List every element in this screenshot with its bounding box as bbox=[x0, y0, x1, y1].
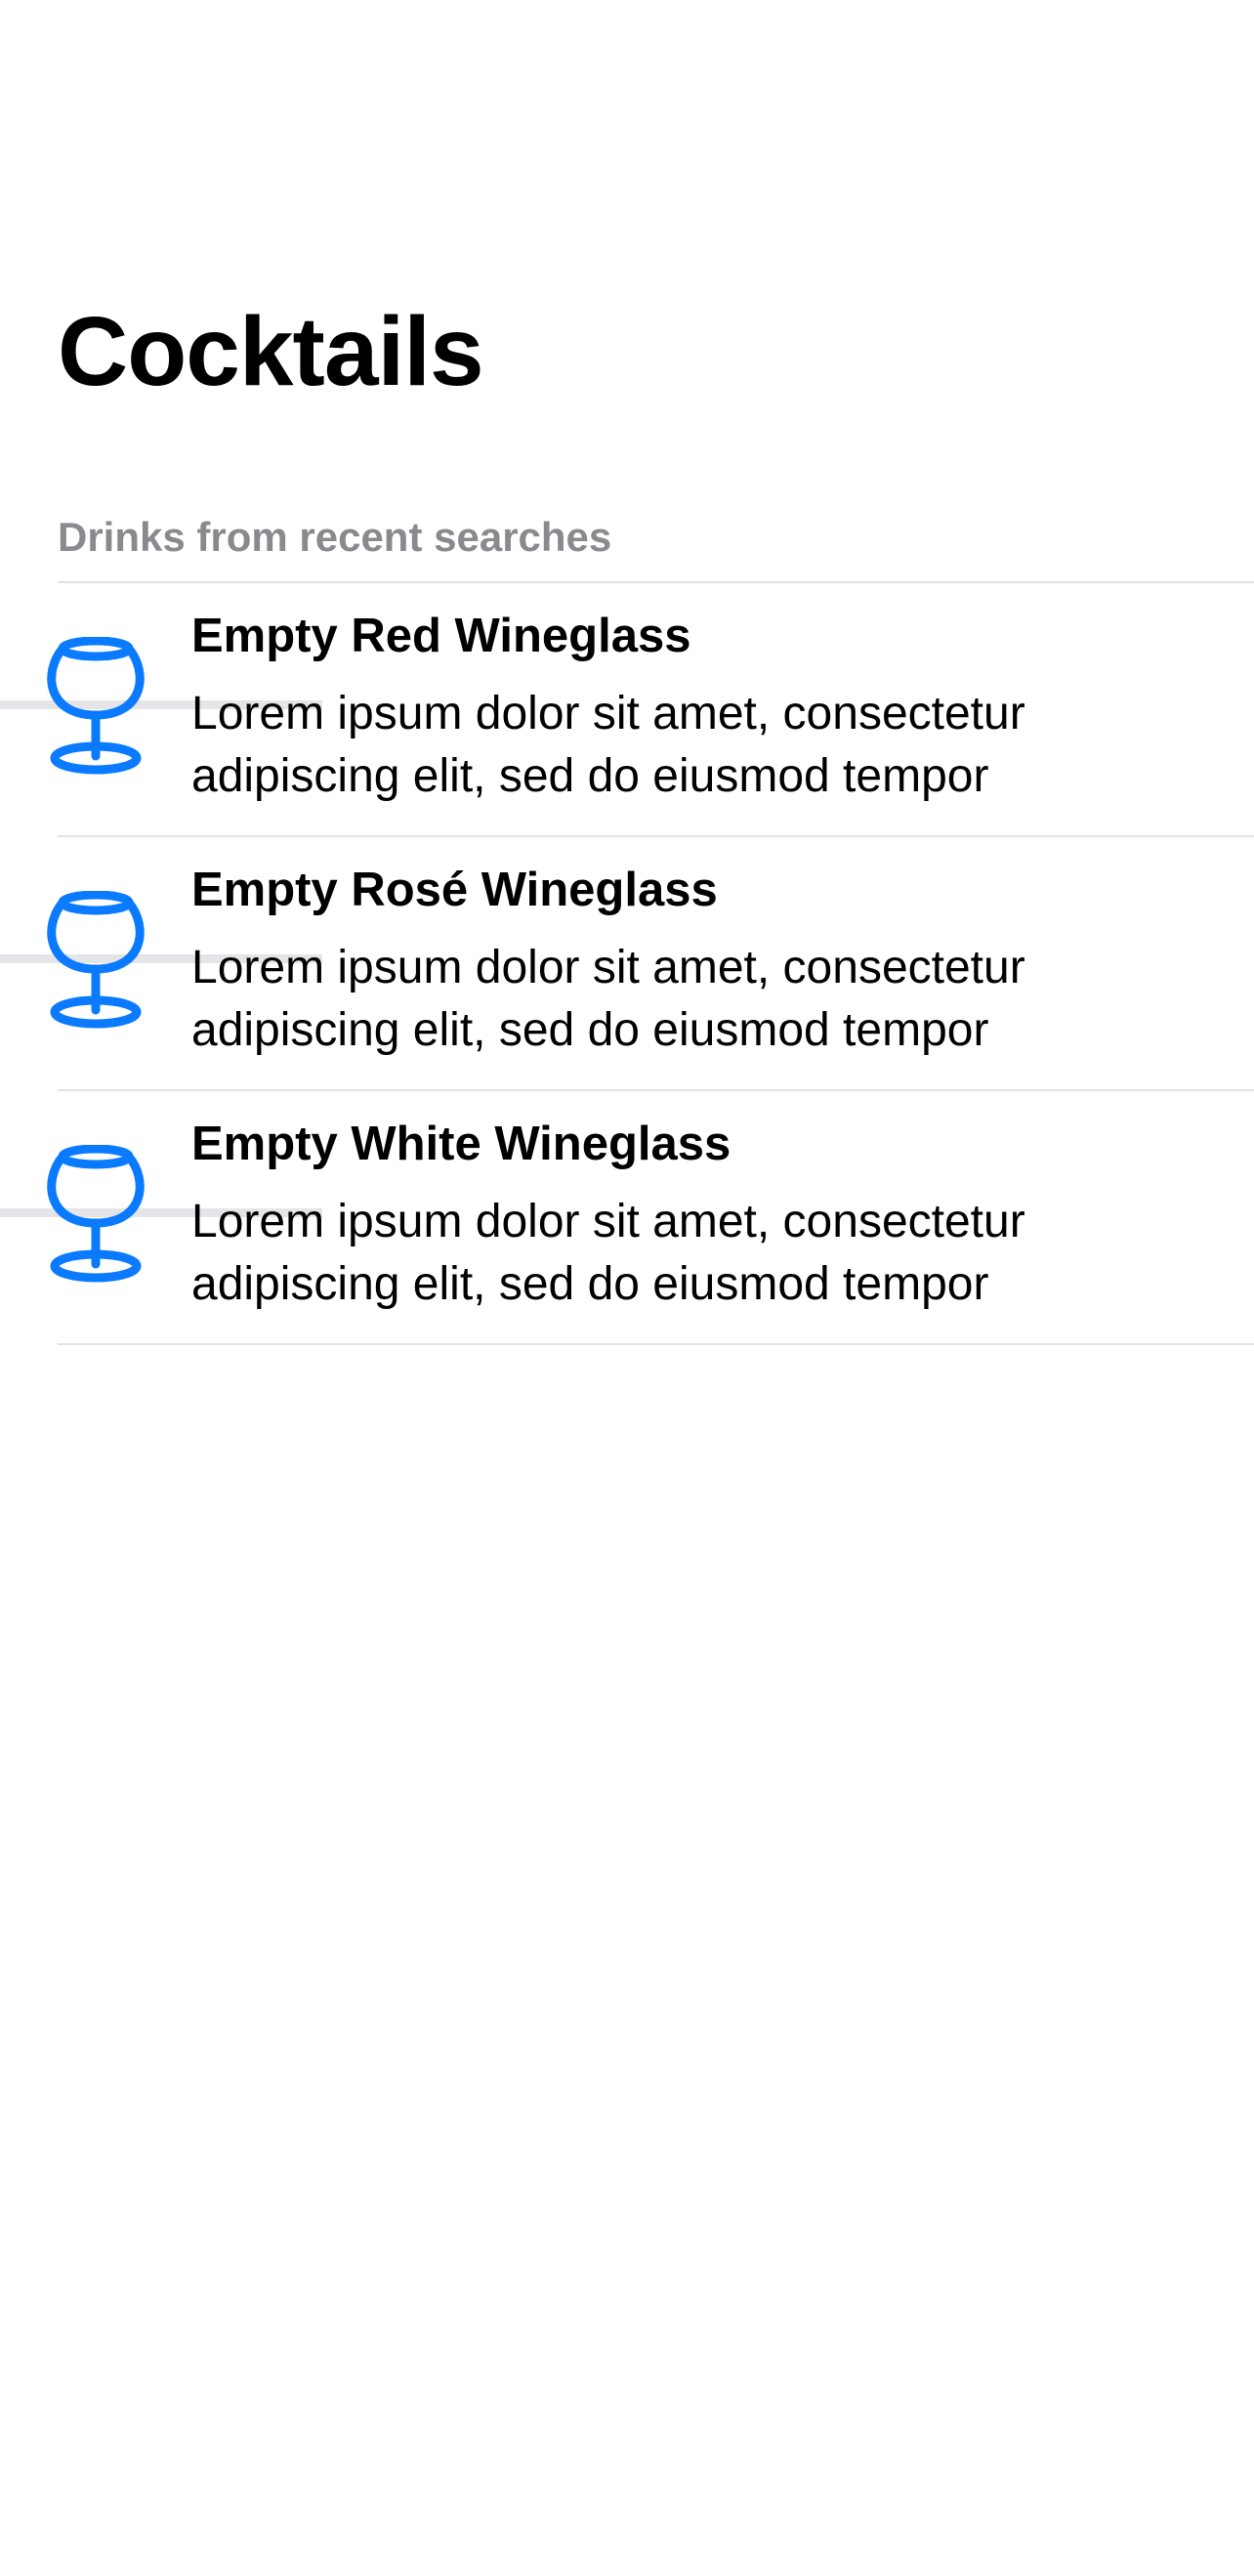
page-title: Cocktails bbox=[58, 297, 484, 406]
item-title: Empty Rosé Wineglass bbox=[191, 864, 718, 916]
item-title: Empty White Wineglass bbox=[191, 1118, 732, 1170]
wineglass-icon bbox=[47, 891, 145, 1029]
drinks-list: Empty Red Wineglass Lorem ipsum dolor si… bbox=[0, 581, 1254, 1345]
list-item-rose-wineglass[interactable]: Empty Rosé Wineglass Lorem ipsum dolor s… bbox=[0, 837, 1254, 1089]
wineglass-icon bbox=[47, 1145, 145, 1283]
section-header: Drinks from recent searches bbox=[58, 514, 612, 560]
item-title: Empty Red Wineglass bbox=[191, 610, 691, 662]
item-subtitle: Lorem ipsum dolor sit amet, consectetur … bbox=[191, 688, 1025, 802]
item-subtitle: Lorem ipsum dolor sit amet, consectetur … bbox=[191, 1196, 1025, 1310]
item-subtitle: Lorem ipsum dolor sit amet, consectetur … bbox=[191, 942, 1025, 1056]
list-item-red-wineglass[interactable]: Empty Red Wineglass Lorem ipsum dolor si… bbox=[0, 583, 1254, 835]
list-divider bbox=[58, 1343, 1254, 1345]
list-item-white-wineglass[interactable]: Empty White Wineglass Lorem ipsum dolor … bbox=[0, 1091, 1254, 1343]
wineglass-icon bbox=[47, 637, 145, 775]
